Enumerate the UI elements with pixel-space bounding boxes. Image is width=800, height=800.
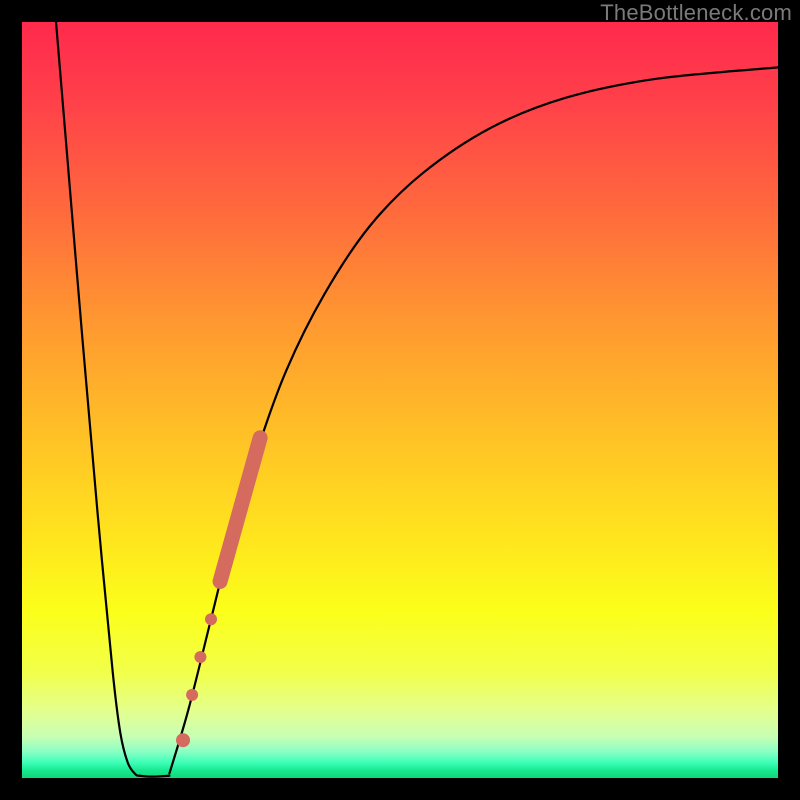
chart-container: TheBottleneck.com [0,0,800,800]
curve-left-branch [56,22,139,776]
marker-band [220,438,260,582]
marker-dot [176,733,190,747]
curve-right-branch [169,67,778,773]
plot-area [22,22,778,778]
chart-svg [22,22,778,778]
marker-dot [205,613,217,625]
marker-dot [186,689,198,701]
curve-valley-floor [139,776,169,777]
watermark-text: TheBottleneck.com [600,0,792,26]
marker-dot [194,651,206,663]
